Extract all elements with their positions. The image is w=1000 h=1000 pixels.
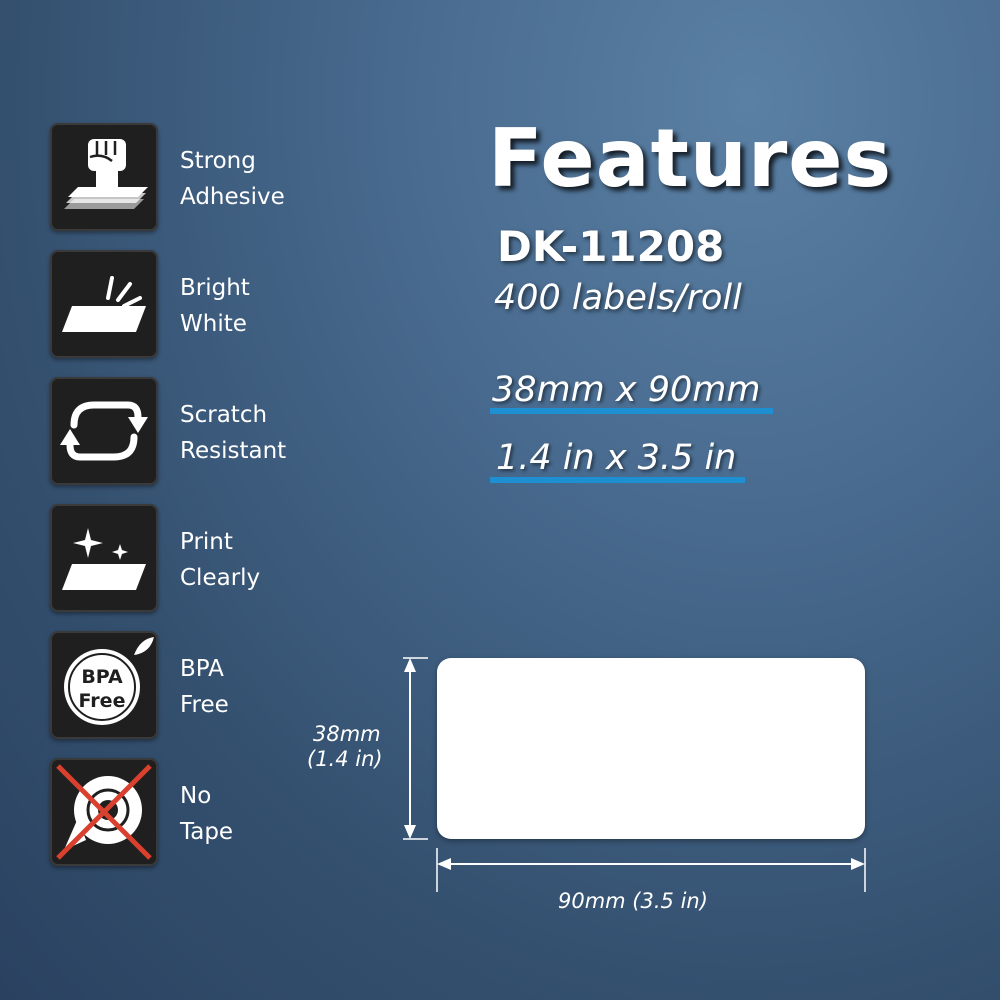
feature-bright-white: Bright White <box>50 250 370 360</box>
feature-no-tape: No Tape <box>50 758 370 868</box>
width-label: 90mm (3.5 in) <box>558 889 708 913</box>
bpa-free-icon: BPA Free <box>50 631 158 739</box>
feature-label-line2: White <box>180 311 247 337</box>
size-imperial: 1.4 in x 3.5 in <box>496 438 737 478</box>
feature-label-line1: Scratch <box>180 402 268 428</box>
no-tape-icon <box>50 758 158 866</box>
bpa-badge-text-bottom: Free <box>79 690 126 712</box>
feature-label-line1: BPA <box>180 656 224 682</box>
height-in-label: (1.4 in) <box>307 747 383 771</box>
fist-adhesive-icon <box>50 123 158 231</box>
sparkle-label-icon <box>50 504 158 612</box>
feature-label-line1: No <box>180 783 212 809</box>
feature-label-line2: Free <box>180 692 229 718</box>
feature-label-line1: Strong <box>180 148 256 174</box>
feature-label-line1: Bright <box>180 275 250 301</box>
feature-label-line2: Clearly <box>180 565 261 591</box>
label-preview <box>437 658 865 839</box>
height-mm-label: 38mm <box>313 722 381 746</box>
bright-label-icon <box>50 250 158 358</box>
feature-label-line2: Adhesive <box>180 184 285 210</box>
feature-print-clearly: Print Clearly <box>50 504 370 614</box>
feature-label-line1: Print <box>180 529 233 555</box>
feature-label-line2: Resistant <box>180 438 287 464</box>
label-count: 400 labels/roll <box>494 278 742 318</box>
feature-label-line2: Tape <box>180 819 234 845</box>
model-number: DK-11208 <box>497 222 725 271</box>
feature-strong-adhesive: Strong Adhesive <box>50 123 370 233</box>
page-title: Features <box>488 112 893 205</box>
refresh-arrows-icon <box>50 377 158 485</box>
size-metric: 38mm x 90mm <box>492 370 761 410</box>
bpa-badge-text-top: BPA <box>81 666 123 688</box>
feature-scratch-resistant: Scratch Resistant <box>50 377 370 487</box>
